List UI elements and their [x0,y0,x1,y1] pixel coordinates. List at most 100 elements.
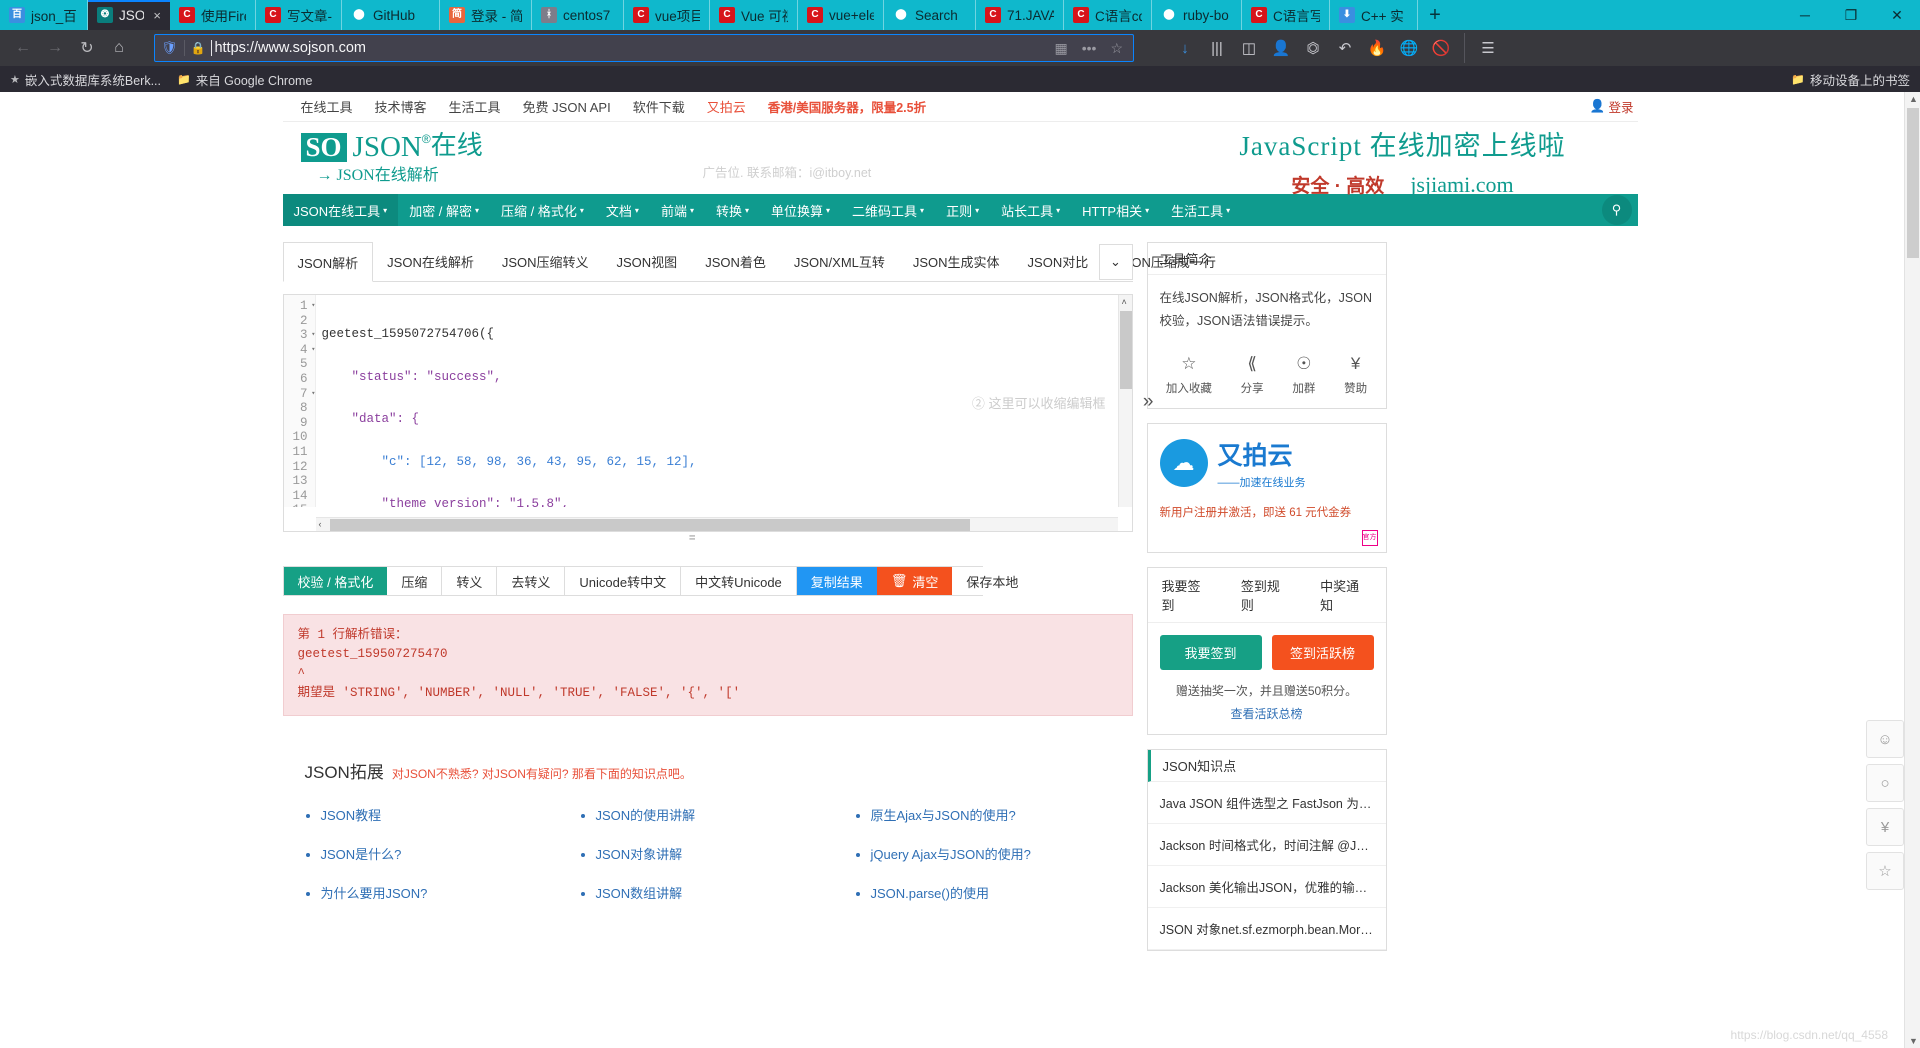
noscript-icon[interactable]: 🚫 [1426,33,1456,63]
list-item[interactable]: JSON.parse()的使用 [871,883,1130,902]
download-icon[interactable]: ↓ [1170,33,1200,63]
maximize-button[interactable]: ❐ [1828,0,1874,30]
tab-json-entity[interactable]: JSON生成实体 [899,242,1014,281]
minimize-button[interactable]: ─ [1782,0,1828,30]
nav-item-regex[interactable]: 正则 ▾ [935,194,990,226]
unescape-button[interactable]: 去转义 [497,567,566,595]
browser-tab[interactable]: C 使用Fire [170,0,256,30]
copy-result-button[interactable]: 复制结果 [796,567,877,595]
nav-item-json-tools[interactable]: JSON在线工具 ▾ [282,194,399,226]
browser-tab[interactable]: 百 json_百 [0,0,88,30]
nav-item-qrcode[interactable]: 二维码工具 ▾ [841,194,935,226]
scroll-up-icon[interactable]: ▲ [1909,94,1918,104]
nav-item-http[interactable]: HTTP相关 ▾ [1071,194,1160,226]
browser-tab[interactable]: C 71.JAVA [976,0,1064,30]
toplink-upyun[interactable]: 又拍云 [707,97,746,116]
browser-tab[interactable]: C Vue 可视 [710,0,798,30]
join-group-button[interactable]: ☉ 加群 [1292,354,1315,396]
link-what-is-json[interactable]: JSON是什么? [321,847,402,862]
tab-signin-rules[interactable]: 签到规则 [1227,568,1306,622]
browser-tab-active[interactable]: ❂ JSON × [88,0,170,30]
list-item[interactable]: JSON的使用讲解 [596,805,855,824]
toplink-online-tools[interactable]: 在线工具 [301,97,353,116]
close-icon[interactable]: × [153,8,161,23]
list-item[interactable]: JSON是什么? [321,844,580,863]
tab-json-color[interactable]: JSON着色 [691,242,780,281]
validate-format-button[interactable]: 校验 / 格式化 [283,567,388,595]
url-bar[interactable]: 🛡 🔒 https://www.sojson.com ▦ ••• ☆ [154,34,1134,62]
upyun-ad[interactable]: ☁ 又拍云 ——加速在线业务 新用户注册并激活，即送 61 元代金券 官方 [1146,423,1387,553]
list-item[interactable]: JSON数组讲解 [596,883,855,902]
chevron-down-icon[interactable]: ⌄ [1098,244,1133,280]
editor-horizontal-scrollbar[interactable]: ‹ [315,517,1118,531]
nav-item-encrypt[interactable]: 加密 / 解密 ▾ [398,194,490,226]
link-jquery-ajax-json[interactable]: jQuery Ajax与JSON的使用? [871,847,1031,862]
json-editor[interactable]: 1 ▾ 2 3 ▾ 4 ▾ 5 6 7 ▾ 8 9 10 11 12 13 14… [282,294,1154,544]
star-icon[interactable]: ☆ [1866,852,1904,890]
list-item[interactable]: Jackson 美化输出JSON，优雅的输出JS... [1147,866,1386,908]
browser-tab[interactable]: C vue+ele [798,0,884,30]
browser-tab[interactable]: C C语言写 [1242,0,1330,30]
resize-grip[interactable]: ━ ━ [690,532,726,544]
browser-tab[interactable]: C C语言cq [1064,0,1152,30]
browser-tab[interactable]: C vue项目 [624,0,710,30]
signin-button[interactable]: 我要签到 [1159,635,1262,670]
nav-item-units[interactable]: 单位换算 ▾ [760,194,841,226]
tab-json-compress-escape[interactable]: JSON压缩转义 [488,242,603,281]
add-favorite-button[interactable]: ☆ 加入收藏 [1166,354,1212,396]
tab-json-online-parse[interactable]: JSON在线解析 [373,242,488,281]
share-button[interactable]: ⟪ 分享 [1241,354,1264,396]
sidebar-icon[interactable]: ◫ [1234,33,1264,63]
signin-leaderboard-link[interactable]: 查看活跃总榜 [1148,705,1386,734]
compress-button[interactable]: 压缩 [387,567,443,595]
tab-prize-notice[interactable]: 中奖通知 [1306,568,1385,622]
link-why-json[interactable]: 为什么要用JSON? [321,886,428,901]
escape-button[interactable]: 转义 [442,567,498,595]
bookmark-mobile-folder[interactable]: 📁 移动设备上的书签 [1791,70,1910,89]
scrollbar-thumb[interactable] [1907,108,1919,258]
globe-icon[interactable]: 🌐 [1394,33,1424,63]
list-item[interactable]: jQuery Ajax与JSON的使用? [871,844,1130,863]
list-item[interactable]: 为什么要用JSON? [321,883,580,902]
more-icon[interactable]: ••• [1078,40,1101,56]
nav-item-frontend[interactable]: 前端 ▾ [650,194,705,226]
lock-icon[interactable]: 🔒 [191,41,206,55]
scrollbar-thumb[interactable] [329,519,970,531]
list-item[interactable]: Jackson 时间格式化，时间注解 @Json... [1147,824,1386,866]
link-json-array[interactable]: JSON数组讲解 [596,886,683,901]
link-native-ajax-json[interactable]: 原生Ajax与JSON的使用? [871,808,1016,823]
tab-json-diff[interactable]: JSON对比 [1014,242,1103,281]
browser-tab[interactable]: C 写文章- [256,0,342,30]
site-logo[interactable]: SO JSON ® 在线 → JSON在线解析 [300,132,483,184]
browser-tab[interactable]: 简 登录 - 简 [440,0,532,30]
browser-tab[interactable]: ⬤ GitHub [342,0,440,30]
page-scrollbar[interactable]: ▲ ▼ [1904,92,1920,1048]
screenshot-icon[interactable]: ⏣ [1298,33,1328,63]
bookmark-item[interactable]: ★ 嵌入式数据库系统Berk... [10,70,161,89]
link-json-parse[interactable]: JSON.parse()的使用 [871,886,989,901]
expand-editor-icon[interactable]: » [1143,391,1154,413]
list-item[interactable]: 原生Ajax与JSON的使用? [871,805,1130,824]
unicode-to-chinese-button[interactable]: Unicode转中文 [565,567,682,595]
nav-item-docs[interactable]: 文档 ▾ [595,194,650,226]
nav-item-life-tools[interactable]: 生活工具 ▾ [1160,194,1241,226]
save-local-button[interactable]: 保存本地 [952,567,1033,595]
qq-icon[interactable]: ○ [1866,764,1904,802]
new-tab-button[interactable]: + [1418,0,1452,30]
toplink-free-json-api[interactable]: 免费 JSON API [523,97,611,116]
browser-tab[interactable]: ⬤ Search [884,0,976,30]
scroll-down-icon[interactable]: ▼ [1909,1036,1918,1046]
url-input[interactable]: https://www.sojson.com [211,40,1044,56]
undo-icon[interactable]: ↶ [1330,33,1360,63]
smiley-icon[interactable]: ☺ [1866,720,1904,758]
list-item[interactable]: JSON教程 [321,805,580,824]
back-icon[interactable]: ← [8,33,38,63]
browser-tab[interactable]: ⬇ C++ 实 [1330,0,1418,30]
scrollbar-thumb[interactable] [1119,311,1132,389]
yuan-icon[interactable]: ¥ [1866,808,1904,846]
browser-tab[interactable]: ᚼ centos7 [532,0,624,30]
tab-signin[interactable]: 我要签到 [1148,568,1227,622]
nav-item-convert[interactable]: 转换 ▾ [705,194,760,226]
donate-button[interactable]: ¥ 赞助 [1344,354,1367,396]
link-json-usage[interactable]: JSON的使用讲解 [596,808,696,823]
